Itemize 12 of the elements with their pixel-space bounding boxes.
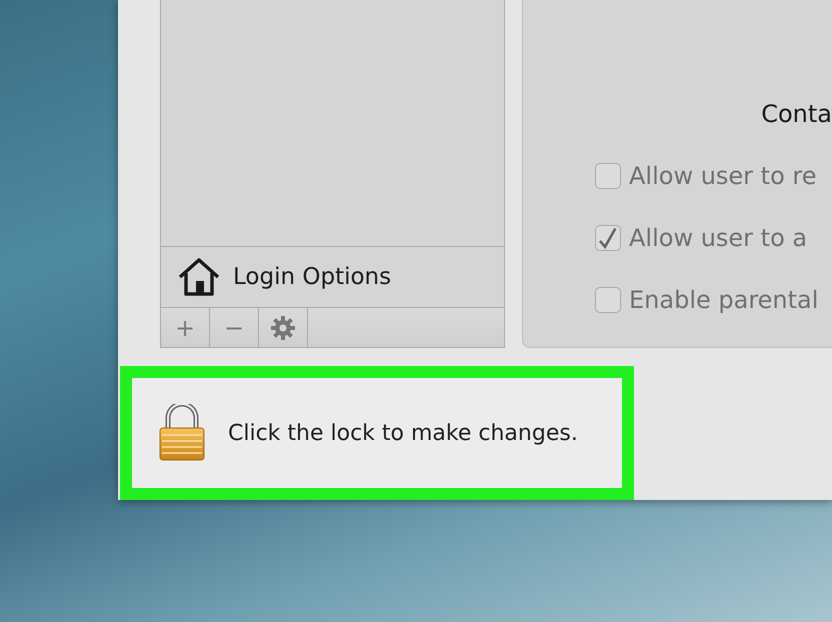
checkmark-icon (597, 227, 619, 249)
option-label: Allow user to a (629, 223, 808, 254)
option-label: Allow user to re (629, 161, 816, 192)
gear-icon (270, 314, 296, 340)
login-options-label[interactable]: Login Options (233, 260, 392, 294)
lock-message: Click the lock to make changes. (228, 420, 578, 448)
option-label: Enable parental (629, 285, 818, 316)
remove-button[interactable]: − (210, 308, 259, 347)
padlock-icon[interactable] (158, 404, 206, 462)
add-button[interactable]: + (161, 308, 210, 347)
house-icon (177, 257, 221, 297)
section-heading: Conta (761, 99, 832, 130)
